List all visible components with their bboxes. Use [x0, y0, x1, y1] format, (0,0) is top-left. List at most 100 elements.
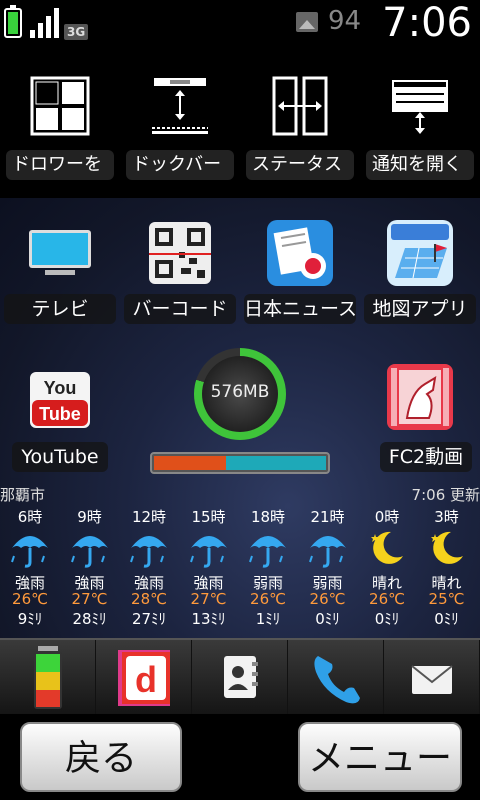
status-bar-icon	[272, 76, 328, 136]
clock: 7:06	[382, 0, 472, 46]
weather-rainfall: 0ﾐﾘ	[434, 610, 459, 628]
back-button[interactable]: 戻る	[20, 722, 182, 792]
weather-column: 21時弱雨 26℃ 0ﾐﾘ	[298, 506, 358, 628]
youtube-icon: You Tube	[30, 372, 90, 428]
weather-time: 12時	[131, 508, 167, 526]
dock-docomo[interactable]: d	[96, 640, 192, 716]
weather-city: 那覇市	[0, 486, 46, 504]
weather-rainfall: 9ﾐﾘ	[17, 610, 43, 628]
news-icon	[267, 220, 333, 286]
weather-condition: 弱雨	[312, 574, 343, 592]
memory-bar-free	[226, 456, 326, 470]
moon-icon	[357, 526, 417, 572]
app-label: テレビ	[4, 294, 116, 324]
weather-rainfall: 27ﾐﾘ	[131, 610, 167, 628]
weather-temperature: 26℃	[309, 590, 346, 608]
status-bar: 3G 94 7:06	[0, 0, 480, 48]
memory-gauge: 576MB	[194, 348, 286, 440]
umbrella-icon	[179, 526, 239, 572]
dock-battery-app[interactable]	[0, 640, 96, 716]
toggle-notification[interactable]: 通知を開く	[360, 48, 480, 198]
weather-temperature: 28℃	[131, 590, 167, 608]
toggle-row: ドロワーを ドックバー ステータス 通知を開く	[0, 48, 480, 198]
memory-bar-used	[154, 456, 227, 470]
weather-temperature: 27℃	[190, 590, 227, 608]
weather-time: 15時	[191, 508, 226, 526]
toggle-drawer[interactable]: ドロワーを	[0, 48, 120, 198]
weather-temperature: 26℃	[369, 590, 405, 608]
app-label: FC2動画	[380, 442, 472, 472]
app-label: バーコード	[124, 294, 236, 324]
network-type-badge: 3G	[64, 24, 89, 40]
toggle-dockbar[interactable]: ドックバー	[120, 48, 240, 198]
weather-rainfall: 0ﾐﾘ	[315, 610, 340, 628]
menu-button[interactable]: メニュー	[298, 722, 462, 792]
notification-icon	[392, 80, 448, 134]
weather-condition: 晴れ	[431, 574, 462, 592]
weather-temperature: 27℃	[71, 590, 108, 608]
weather-column: 6時強雨 26℃ 9ﾐﾘ	[0, 506, 60, 628]
phone-icon	[314, 656, 360, 704]
toggle-label: ステータス	[246, 150, 354, 180]
weather-column: 18時弱雨 26℃ 1ﾐﾘ	[238, 506, 298, 628]
fc2-video-icon	[387, 364, 453, 430]
photo-count: 94	[328, 6, 362, 36]
dock-contacts[interactable]	[192, 640, 288, 716]
weather-column: 0時晴れ 26℃ 0ﾐﾘ	[357, 506, 417, 628]
weather-time: 18時	[250, 508, 286, 526]
svg-text:You: You	[44, 378, 77, 398]
umbrella-icon	[0, 526, 60, 572]
dock-bar-icon	[152, 78, 208, 134]
umbrella-icon	[298, 526, 358, 572]
toggle-label: ドックバー	[126, 150, 234, 180]
weather-condition: 強雨	[193, 574, 224, 592]
umbrella-icon	[60, 526, 120, 572]
weather-condition: 強雨	[133, 574, 164, 592]
weather-condition: 強雨	[74, 574, 105, 592]
weather-column: 15時強雨 27℃ 13ﾐﾘ	[179, 506, 239, 628]
app-label: YouTube	[12, 442, 108, 472]
weather-column: 12時強雨 28℃ 27ﾐﾘ	[119, 506, 179, 628]
weather-time: 3時	[434, 508, 459, 526]
moon-icon	[417, 526, 477, 572]
qr-barcode-icon	[149, 222, 211, 284]
weather-condition: 強雨	[14, 574, 45, 592]
weather-condition: 弱雨	[252, 574, 283, 592]
toggle-label: ドロワーを	[6, 150, 114, 180]
weather-time: 6時	[17, 508, 43, 526]
gallery-icon	[296, 12, 318, 32]
memory-bar	[150, 452, 330, 474]
weather-rainfall: 0ﾐﾘ	[374, 610, 400, 628]
weather-rainfall: 13ﾐﾘ	[191, 610, 226, 628]
weather-rainfall: 1ﾐﾘ	[255, 610, 281, 628]
battery-icon	[4, 5, 22, 38]
dock-phone[interactable]	[288, 640, 384, 716]
weather-temperature: 25℃	[428, 590, 465, 608]
umbrella-icon	[119, 526, 179, 572]
tv-icon	[29, 230, 91, 275]
app-label: 日本ニュース	[244, 294, 356, 324]
dock-mail[interactable]	[384, 640, 480, 716]
weather-time: 9時	[77, 508, 102, 526]
svg-text:d: d	[135, 659, 157, 700]
svg-text:Tube: Tube	[39, 404, 81, 424]
weather-condition: 晴れ	[371, 574, 402, 592]
weather-updated: 7:06 更新	[411, 486, 480, 504]
weather-column: 9時 強雨 27℃ 28ﾐﾘ	[60, 506, 120, 628]
weather-temperature: 26℃	[12, 590, 48, 608]
signal-strength-icon	[30, 8, 62, 38]
umbrella-icon	[238, 526, 298, 572]
weather-temperature: 26℃	[250, 590, 286, 608]
home-screen: テレビ バーコード 日本ニュース 地図アプリ You Tube YouTube …	[0, 198, 480, 638]
app-label: 地図アプリ	[364, 294, 476, 324]
memory-widget[interactable]: 576MB	[150, 348, 330, 478]
drawer-grid-icon	[30, 76, 90, 136]
toggle-statusbar[interactable]: ステータス	[240, 48, 360, 198]
memory-value: 576MB	[210, 382, 270, 402]
weather-time: 0時	[374, 508, 400, 526]
mail-icon	[411, 665, 453, 694]
weather-time: 21時	[310, 508, 345, 526]
battery-app-icon	[34, 646, 62, 709]
bottom-button-bar: 戻る メニュー	[0, 714, 480, 800]
weather-column: 3時晴れ 25℃ 0ﾐﾘ	[417, 506, 477, 628]
